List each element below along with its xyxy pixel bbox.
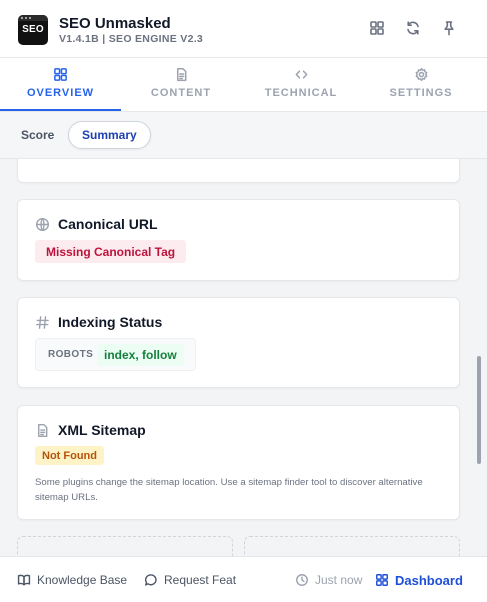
sitemap-status-badge: Not Found xyxy=(35,446,104,465)
subtab-score[interactable]: Score xyxy=(8,121,67,149)
previous-card xyxy=(17,159,460,183)
tab-content[interactable]: CONTENT xyxy=(121,58,241,112)
grid-icon xyxy=(370,21,384,35)
canonical-card: Canonical URL Missing Canonical Tag xyxy=(17,199,460,281)
sitemap-card: XML Sitemap Not Found Some plugins chang… xyxy=(17,405,460,520)
knowledge-base-link[interactable]: Knowledge Base xyxy=(17,571,127,589)
dashboard-button[interactable]: Dashboard xyxy=(375,571,463,589)
tab-settings-label: SETTINGS xyxy=(389,87,453,99)
indexing-card: Indexing Status ROBOTS index, follow xyxy=(17,297,460,388)
sitemap-note: Some plugins change the sitemap location… xyxy=(35,477,423,503)
active-tab-indicator xyxy=(0,109,121,111)
canonical-card-title: Canonical URL xyxy=(58,216,158,232)
last-updated-label: Just now xyxy=(315,573,363,587)
sitemap-card-title: XML Sitemap xyxy=(58,422,146,438)
canonical-card-icon xyxy=(35,217,50,232)
tab-overview[interactable]: OVERVIEW xyxy=(0,58,121,112)
scrollbar-thumb[interactable] xyxy=(477,356,481,464)
robots-value: index, follow xyxy=(97,344,184,366)
indexing-card-title: Indexing Status xyxy=(58,314,163,330)
summary-content: Canonical URL Missing Canonical Tag Inde… xyxy=(0,159,487,556)
layout-button[interactable] xyxy=(368,19,386,37)
grid-icon xyxy=(54,68,67,81)
document-icon xyxy=(176,67,186,82)
book-icon xyxy=(17,574,31,586)
logo-text: SEO xyxy=(22,24,44,35)
request-feature-link[interactable]: Request Feat xyxy=(144,571,236,589)
robots-meta-box: ROBOTS index, follow xyxy=(35,338,196,371)
hash-icon xyxy=(36,316,49,329)
subtabs: Score Summary xyxy=(0,112,487,159)
refresh-button[interactable] xyxy=(404,19,422,37)
subtab-summary[interactable]: Summary xyxy=(68,121,151,149)
app-footer: Knowledge Base Request Feat Just now Das… xyxy=(0,556,487,602)
tab-settings[interactable]: SETTINGS xyxy=(361,58,481,112)
pin-button[interactable] xyxy=(440,19,458,37)
last-updated: Just now xyxy=(295,571,362,589)
code-icon xyxy=(295,70,307,79)
document-icon xyxy=(38,423,48,438)
placeholder-card-right xyxy=(244,536,460,556)
tab-overview-label: OVERVIEW xyxy=(26,87,95,99)
tab-content-label: CONTENT xyxy=(150,87,212,99)
tab-technical[interactable]: TECHNICAL xyxy=(241,58,361,112)
knowledge-base-label: Knowledge Base xyxy=(37,573,128,587)
refresh-icon xyxy=(407,21,419,35)
clock-icon xyxy=(296,574,308,586)
indexing-card-icon xyxy=(35,315,50,330)
gear-icon xyxy=(415,67,427,82)
grid-icon xyxy=(376,574,388,586)
sitemap-card-icon xyxy=(35,423,50,438)
main-tabs: OVERVIEW CONTENT TECHNICAL SETTINGS xyxy=(0,58,487,112)
placeholder-card-left xyxy=(17,536,233,556)
dashboard-label: Dashboard xyxy=(395,572,463,588)
robots-label: ROBOTS xyxy=(48,349,94,360)
globe-icon xyxy=(35,217,50,232)
app-version: V1.4.1B | SEO ENGINE V2.3 xyxy=(59,33,204,45)
app-name: SEO Unmasked xyxy=(59,15,171,32)
app-header: SEO SEO Unmasked V1.4.1B | SEO ENGINE V2… xyxy=(0,0,487,58)
app-logo: SEO xyxy=(18,15,48,45)
tab-technical-label: TECHNICAL xyxy=(264,87,338,99)
request-feature-label: Request Feat xyxy=(164,573,237,587)
chat-icon xyxy=(145,574,157,586)
canonical-status-badge: Missing Canonical Tag xyxy=(35,240,187,263)
pin-icon xyxy=(444,21,454,36)
